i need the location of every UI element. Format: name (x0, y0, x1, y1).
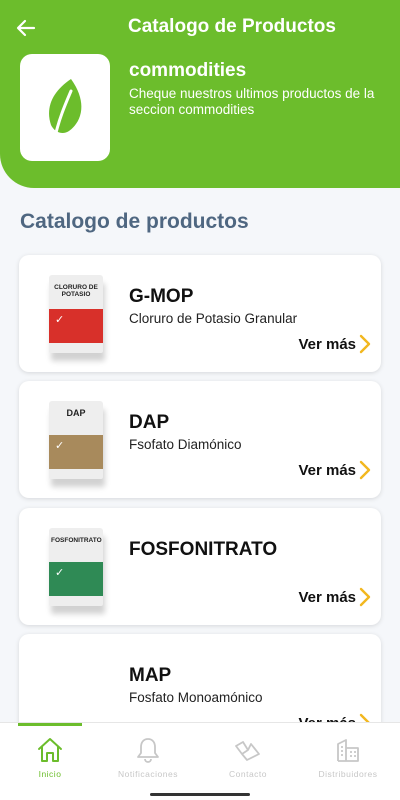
nav-item-distribuidores[interactable]: Distribuidores (298, 723, 398, 789)
product-description: Cloruro de Potasio Granular (129, 311, 298, 326)
nav-item-inicio[interactable]: Inicio (0, 723, 100, 789)
chevron-right-icon (359, 587, 371, 607)
product-name: DAP (129, 412, 170, 433)
product-image: DAP ✓ (49, 401, 103, 479)
product-image: FOSFONITRATO ✓ (49, 528, 103, 606)
ver-mas-button[interactable]: Ver más (298, 460, 371, 480)
category-description: Cheque nuestros ultimos productos de la … (129, 86, 375, 117)
home-indicator[interactable] (150, 793, 250, 796)
nav-item-contacto[interactable]: Contacto (198, 723, 298, 789)
ver-mas-button[interactable]: Ver más (298, 587, 371, 607)
nav-label: Distribuidores (318, 769, 378, 779)
leaf-icon (49, 78, 82, 138)
contact-icon (235, 741, 260, 761)
bag-label: DAP (66, 408, 86, 418)
section-title: Catalogo de productos (20, 210, 249, 233)
chevron-right-icon (359, 334, 371, 354)
nav-item-notificaciones[interactable]: Notificaciones (98, 723, 198, 789)
chevron-right-icon (359, 460, 371, 480)
bag-label: FOSFONITRATO (51, 537, 102, 544)
product-card-dap[interactable]: DAP ✓ DAP Fsofato Diamónico Ver más (19, 381, 381, 498)
header: Catalogo de Productos commodities Cheque… (0, 0, 400, 188)
ver-mas-label: Ver más (298, 335, 356, 353)
product-card-fosfonitrato[interactable]: FOSFONITRATO ✓ FOSFONITRATO Ver más (19, 508, 381, 625)
bottom-nav: Inicio Notificaciones Contacto Distribui… (0, 722, 400, 791)
home-icon (38, 738, 62, 762)
product-description: Fsofato Diamónico (129, 437, 242, 452)
nav-label: Notificaciones (118, 769, 178, 779)
nav-label: Inicio (38, 769, 62, 779)
ver-mas-label: Ver más (298, 588, 356, 606)
product-card-g-mop[interactable]: CLORURO DE POTASIO ✓ G-MOP Cloruro de Po… (19, 255, 381, 372)
brand-mark-icon: ✓ (55, 314, 65, 326)
ver-mas-button[interactable]: Ver más (298, 334, 371, 354)
category-logo (20, 54, 110, 161)
page-title: Catalogo de Productos (128, 16, 336, 37)
brand-mark-icon: ✓ (55, 440, 65, 452)
nav-label: Contacto (228, 769, 268, 779)
product-name: G-MOP (129, 286, 194, 307)
bag-label: CLORURO DE POTASIO (54, 284, 98, 298)
product-description: Fosfato Monoamónico (129, 690, 263, 705)
arrow-left-icon (16, 19, 36, 37)
building-icon (337, 739, 359, 762)
ver-mas-label: Ver más (298, 461, 356, 479)
back-button[interactable] (12, 14, 40, 42)
category-name: commodities (129, 60, 247, 81)
product-name: FOSFONITRATO (129, 539, 278, 560)
product-image: CLORURO DE POTASIO ✓ (49, 275, 103, 353)
bell-icon (137, 738, 159, 763)
product-name: MAP (129, 665, 172, 686)
brand-mark-icon: ✓ (55, 567, 65, 579)
